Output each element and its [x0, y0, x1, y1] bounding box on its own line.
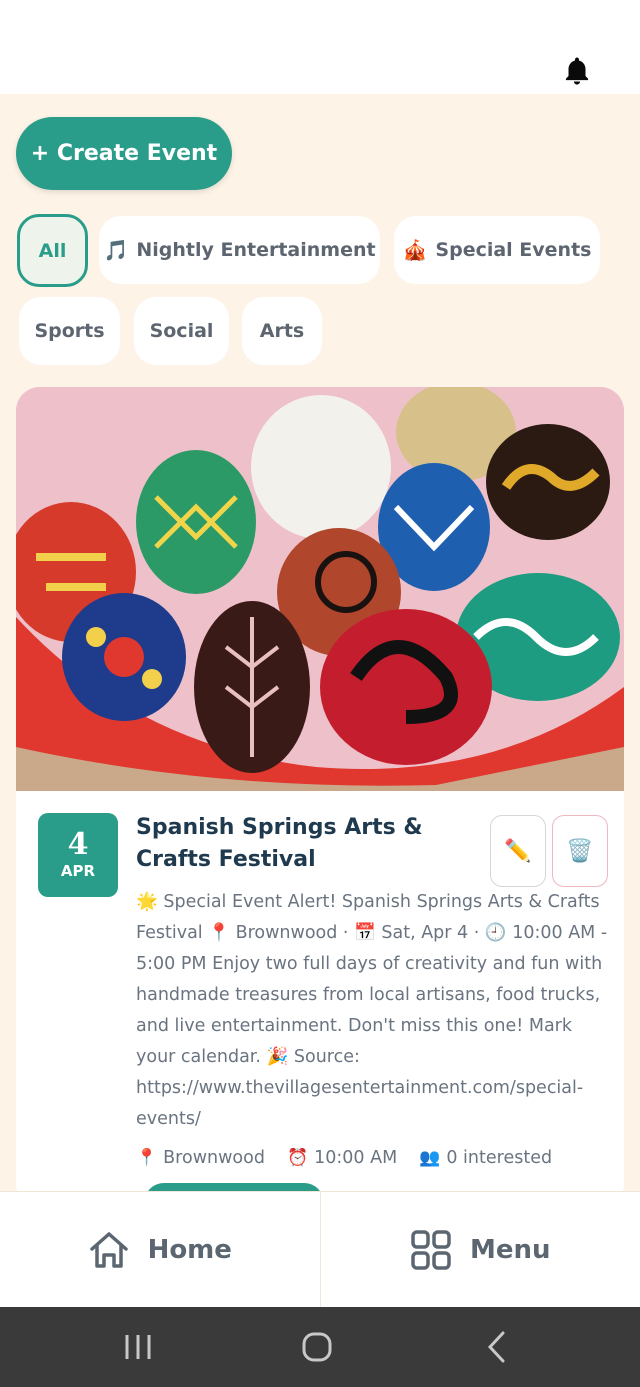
filter-chip-all[interactable]: All — [17, 214, 88, 287]
grid-menu-icon — [411, 1229, 451, 1270]
pencil-icon: ✏️ — [504, 838, 532, 864]
event-date-badge: 4 APR — [38, 813, 118, 897]
filter-chip-sports[interactable]: Sports — [19, 297, 120, 365]
filter-chip-arts[interactable]: Arts — [242, 297, 322, 365]
event-title[interactable]: Spanish Springs Arts & Crafts Festival — [136, 812, 486, 876]
event-day: 4 — [67, 827, 89, 862]
top-app-bar — [0, 0, 640, 94]
filter-chip-label: All — [38, 239, 67, 262]
bottom-navigation: Home Menu — [0, 1191, 640, 1307]
system-navigation-bar — [0, 1307, 640, 1387]
create-event-button[interactable]: + Create Event — [16, 117, 232, 190]
filter-chip-special-events[interactable]: 🎪 Special Events — [394, 216, 600, 284]
event-interested-label: 0 interested — [446, 1148, 553, 1168]
filter-chip-nightly-entertainment[interactable]: 🎵 Nightly Entertainment — [99, 216, 380, 284]
home-icon — [89, 1231, 128, 1268]
event-month: APR — [60, 862, 96, 880]
alarm-clock-icon: ⏰ — [286, 1148, 309, 1168]
filter-chip-social[interactable]: Social — [134, 297, 229, 365]
event-photo — [16, 387, 624, 791]
nav-menu-label: Menu — [469, 1234, 551, 1265]
event-interested: 👥 0 interested — [419, 1148, 552, 1168]
event-description: 🌟 Special Event Alert! Spanish Springs A… — [136, 892, 608, 1129]
recent-apps-icon[interactable] — [122, 1327, 154, 1367]
event-meta-row: 📍 Brownwood ⏰ 10:00 AM 👥 0 interested — [136, 1143, 616, 1173]
home-circle-icon[interactable] — [300, 1327, 334, 1367]
nav-menu[interactable]: Menu — [319, 1192, 640, 1307]
event-time: ⏰ 10:00 AM — [287, 1148, 397, 1168]
filter-chip-label: Arts — [259, 320, 305, 342]
event-location-label: Brownwood — [163, 1148, 265, 1168]
event-card[interactable]: 4 APR Spanish Springs Arts & Crafts Fest… — [16, 387, 624, 1207]
filter-chip-label: Special Events — [435, 239, 592, 261]
edit-event-button[interactable]: ✏️ — [490, 815, 546, 887]
event-time-label: 10:00 AM — [314, 1148, 398, 1168]
back-icon[interactable] — [482, 1327, 512, 1367]
nav-home[interactable]: Home — [0, 1192, 320, 1307]
delete-event-button[interactable]: 🗑️ — [552, 815, 608, 887]
filter-chip-label: Sports — [34, 320, 105, 342]
filter-chip-label: Social — [149, 320, 214, 342]
filter-chip-label: Nightly Entertainment — [136, 239, 376, 261]
bell-icon[interactable] — [560, 54, 594, 88]
nav-home-label: Home — [147, 1234, 232, 1265]
circus-tent-icon: 🎪 — [402, 238, 428, 262]
music-note-icon: 🎵 — [103, 238, 129, 262]
people-icon: 👥 — [419, 1148, 441, 1168]
location-pin-icon: 📍 — [136, 1148, 158, 1168]
event-location: 📍 Brownwood — [136, 1148, 265, 1168]
trash-icon: 🗑️ — [566, 838, 594, 864]
